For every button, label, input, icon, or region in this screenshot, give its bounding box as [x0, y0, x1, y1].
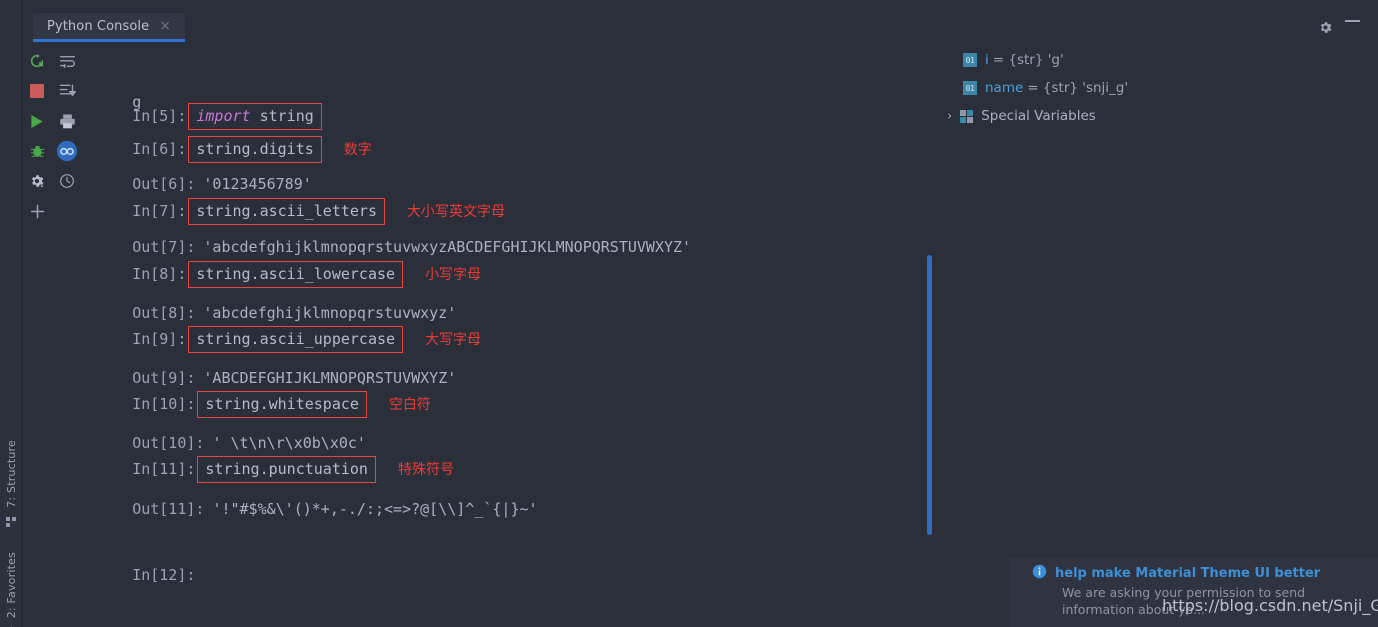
rail-item-structure-label: 7: Structure — [4, 440, 18, 508]
prompt-in10: In[10]: — [132, 395, 196, 413]
tool-window-rail: 7: Structure 2: Favorites — [0, 0, 22, 627]
special-variables-label: Special Variables — [981, 108, 1096, 124]
value-out11: '!"#$%&\'()*+,-./:;<=>?@[\\]^_`{|}~' — [212, 500, 538, 518]
tab-python-console[interactable]: Python Console × — [33, 13, 185, 42]
console-line-in12: In[12]: — [78, 545, 195, 605]
settings-icon[interactable] — [26, 170, 48, 192]
new-console-icon[interactable] — [26, 200, 48, 222]
print-icon[interactable] — [56, 110, 78, 132]
history-icon[interactable] — [56, 170, 78, 192]
rerun-icon[interactable] — [26, 50, 48, 72]
stop-icon[interactable] — [26, 80, 48, 102]
console-line-out11: Out[11]: '!"#$%&\'()*+,-./:;<=>?@[\\]^_`{… — [78, 479, 538, 539]
rail-item-favorites[interactable]: 2: Favorites — [0, 552, 22, 627]
soft-wrap-icon[interactable] — [56, 50, 78, 72]
watermark-text: https://blog.csdn.net/Snji_G — [1162, 596, 1378, 615]
structure-icon — [5, 513, 17, 532]
close-icon[interactable]: × — [159, 19, 171, 33]
tab-python-console-label: Python Console — [47, 18, 150, 34]
prompt-in11: In[11]: — [132, 460, 196, 478]
chevron-right-icon[interactable]: › — [947, 110, 952, 123]
annotation-in10: 空白符 — [388, 396, 431, 413]
annotation-in8: 小写字母 — [425, 266, 482, 283]
minimize-icon — [1345, 20, 1360, 22]
variables-panel: 01 i = {str} 'g' 01 name = {str} 'snji_g… — [945, 42, 1378, 542]
annotation-in11: 特殊符号 — [397, 461, 454, 478]
variable-value-name: = {str} 'snji_g' — [1027, 80, 1129, 96]
object-badge-icon: 01 — [963, 81, 977, 95]
execute-icon[interactable] — [26, 110, 48, 132]
notification-popup[interactable]: help make Material Theme UI better We ar… — [1010, 558, 1378, 627]
show-variables-icon[interactable] — [56, 140, 78, 162]
gear-icon — [1318, 20, 1333, 39]
variable-name-i: i — [985, 52, 989, 68]
variable-row-i[interactable]: 01 i = {str} 'g' — [963, 50, 1064, 70]
scroll-to-end-icon[interactable] — [56, 80, 78, 102]
rail-item-structure[interactable]: 7: Structure — [0, 440, 22, 537]
variable-row-name[interactable]: 01 name = {str} 'snji_g' — [963, 78, 1128, 98]
tab-bar: Python Console × — [22, 0, 1378, 42]
annotation-in6: 数字 — [343, 141, 372, 158]
settings-gear-button[interactable] — [1318, 20, 1333, 39]
star-icon — [5, 623, 18, 627]
special-variables-icon — [960, 109, 974, 123]
debug-icon[interactable] — [26, 140, 48, 162]
variable-name-name: name — [985, 80, 1024, 96]
annotation-in9: 大写字母 — [425, 331, 482, 348]
rail-item-favorites-label: 2: Favorites — [4, 552, 18, 619]
notification-title[interactable]: help make Material Theme UI better — [1055, 566, 1320, 581]
prompt-in12: In[12]: — [132, 566, 196, 584]
info-icon — [1032, 564, 1047, 583]
variable-value-i: = {str} 'g' — [992, 52, 1064, 68]
prompt-out11: Out[11]: — [132, 500, 205, 518]
console-output[interactable]: g In[5]: import string In[6]: string.digit… — [78, 42, 938, 627]
notification-header: help make Material Theme UI better — [1032, 564, 1320, 583]
minimize-button[interactable] — [1345, 20, 1360, 22]
prompt-in9: In[9]: — [132, 330, 187, 348]
object-badge-icon: 01 — [963, 53, 977, 67]
prompt-in8: In[8]: — [132, 265, 187, 283]
variable-row-special-variables[interactable]: › Special Variables — [947, 106, 1096, 126]
console-scrollbar[interactable] — [927, 255, 932, 535]
pycharm-python-console-window: 7: Structure 2: Favorites Python Console… — [0, 0, 1378, 627]
